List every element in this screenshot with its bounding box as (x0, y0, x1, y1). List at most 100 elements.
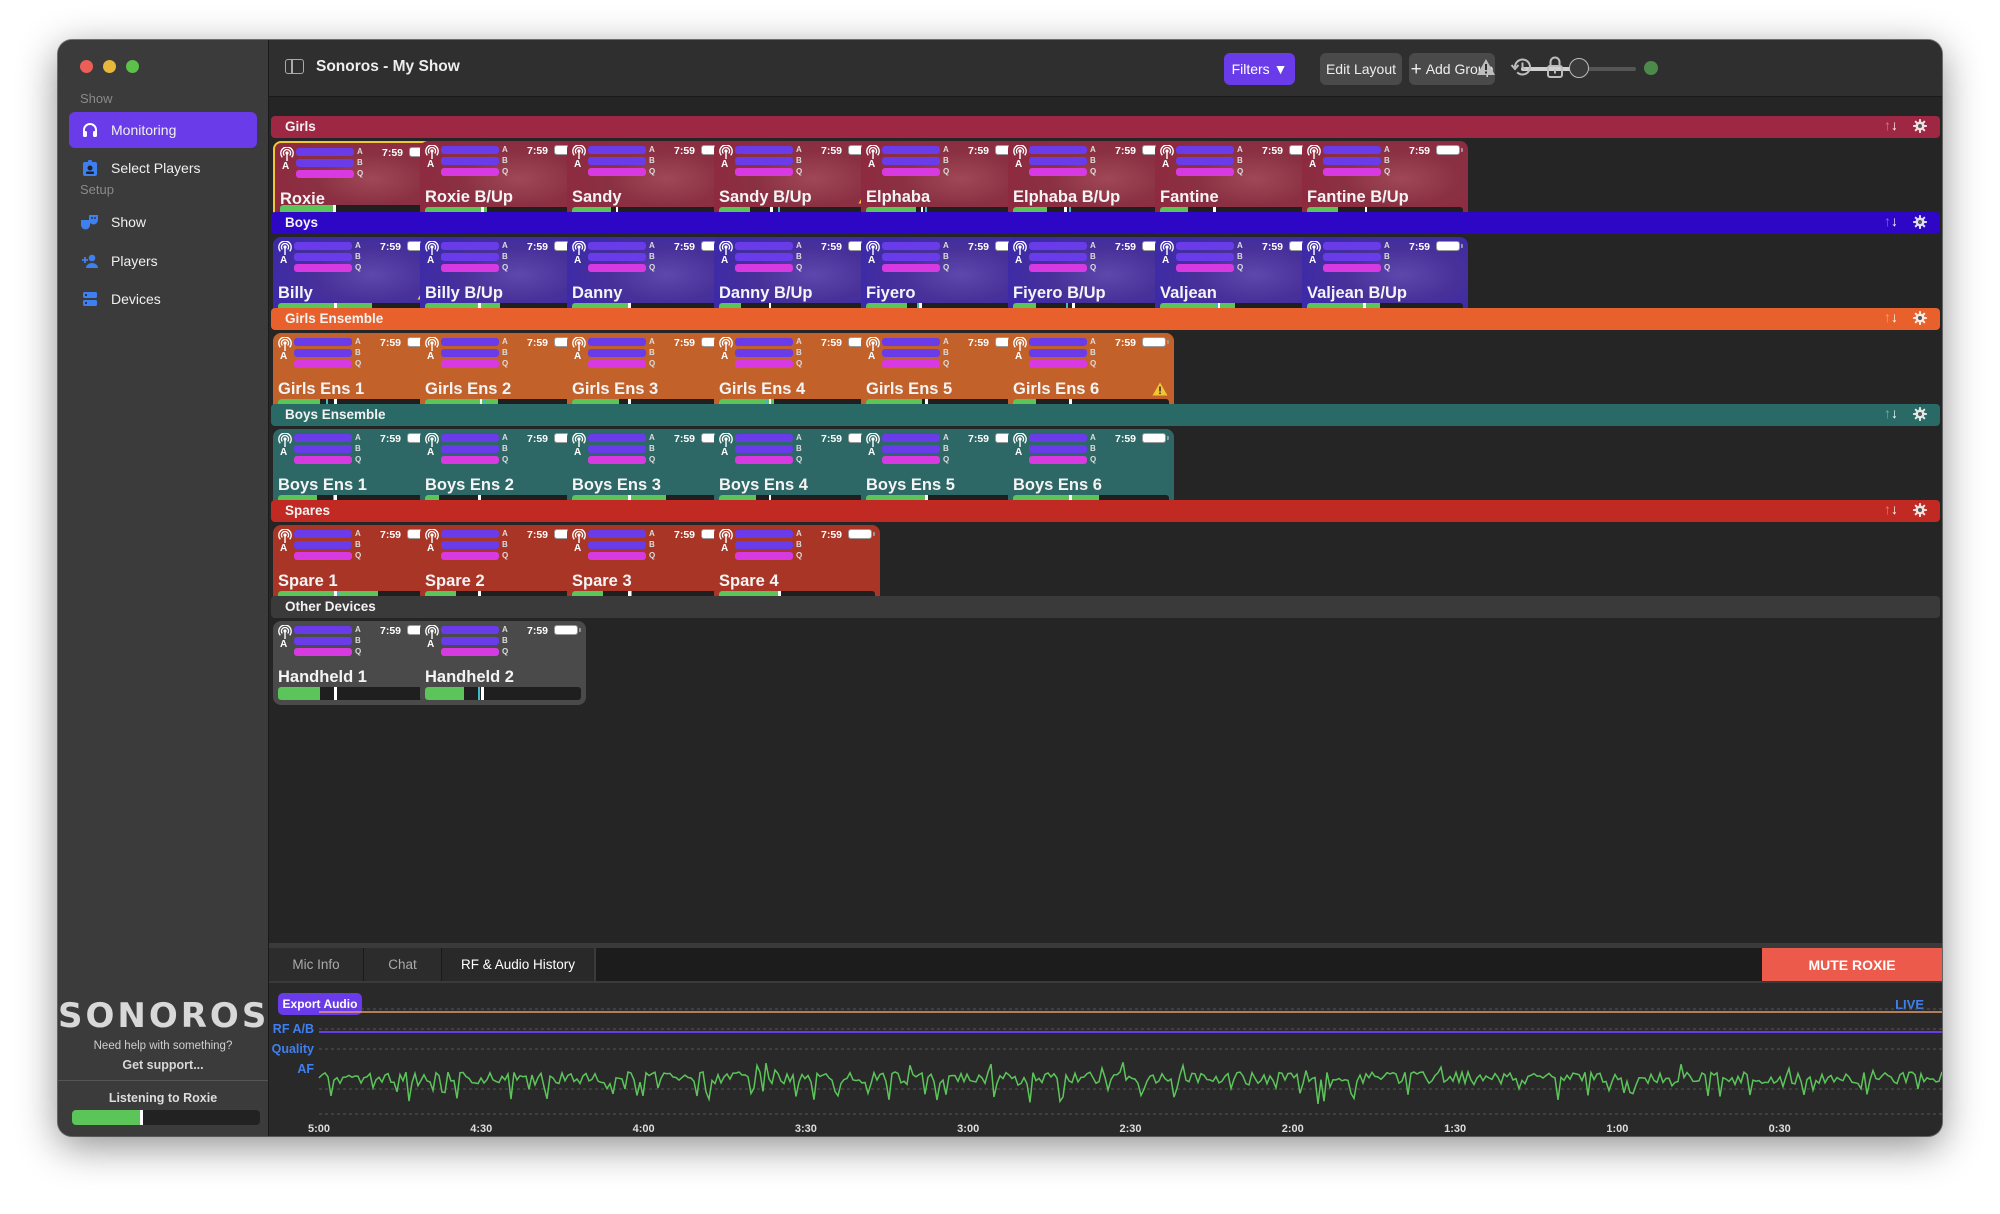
warning-icon[interactable] (1152, 382, 1168, 396)
move-group-up-icon[interactable]: ↑ (1884, 309, 1891, 325)
group-header[interactable]: Other Devices (271, 596, 1940, 618)
device-card[interactable]: A A B Q 7:59 Handheld 2 (420, 621, 586, 705)
quality-label: Q (502, 647, 509, 656)
rf-b-bar (1029, 445, 1087, 453)
rf-b-label: B (355, 540, 361, 549)
sidebar-item-monitoring[interactable]: Monitoring (69, 112, 257, 148)
antenna-icon (719, 240, 733, 255)
rf-b-bar (735, 349, 793, 357)
rf-b-bar (882, 445, 940, 453)
history-icon[interactable] (1509, 55, 1533, 79)
group-settings-icon[interactable] (1912, 310, 1928, 326)
warning-icon[interactable] (1474, 55, 1498, 79)
antenna-label: A (280, 639, 288, 650)
rf-a-bar (882, 434, 940, 442)
rf-b-label: B (502, 444, 508, 453)
group-header[interactable]: Spares ↑↓ (271, 500, 1940, 522)
battery-time: 7:59 (674, 337, 696, 349)
device-name: Billy B/Up (425, 284, 503, 302)
move-group-up-icon[interactable]: ↑ (1884, 213, 1891, 229)
device-card[interactable]: A A B Q 7:59 Handheld 1 (273, 621, 439, 705)
rf-a-bar (1029, 338, 1087, 346)
move-group-down-icon[interactable]: ↓ (1891, 117, 1898, 133)
edit-layout-button[interactable]: Edit Layout (1320, 53, 1402, 85)
battery-time: 7:59 (821, 529, 843, 541)
antenna-icon (280, 146, 294, 161)
rf-a-bar (294, 338, 352, 346)
volume-slider[interactable] (1521, 58, 1636, 78)
window-title: Sonoros - My Show (316, 58, 460, 75)
sidebar-item-players[interactable]: Players (69, 243, 257, 279)
device-name: Spare 4 (719, 572, 779, 590)
zoom-window-button[interactable] (126, 60, 139, 73)
window-controls (80, 60, 139, 73)
group-name: Spares (285, 503, 331, 518)
rf-a-bar (441, 434, 499, 442)
quality-label: Q (355, 455, 362, 464)
battery-time: 7:59 (968, 337, 990, 349)
battery-time: 7:59 (527, 433, 549, 445)
close-window-button[interactable] (80, 60, 93, 73)
move-group-down-icon[interactable]: ↓ (1891, 501, 1898, 517)
quality-label: Q (943, 167, 950, 176)
quality-bar (441, 552, 499, 560)
quality-label: Q (796, 455, 803, 464)
badge-icon (81, 159, 99, 177)
volume-slider-knob[interactable] (1568, 58, 1589, 78)
device-name: Danny B/Up (719, 284, 813, 302)
move-group-up-icon[interactable]: ↑ (1884, 405, 1891, 421)
rf-a-label: A (943, 145, 949, 154)
get-support-link[interactable]: Get support... (58, 1058, 268, 1072)
sidebar-item-devices[interactable]: Devices (69, 281, 257, 317)
device-name: Elphaba (866, 188, 931, 206)
group-header[interactable]: Girls Ensemble ↑↓ (271, 308, 1940, 330)
quality-bar (882, 360, 940, 368)
group-settings-icon[interactable] (1912, 406, 1928, 422)
group-settings-icon[interactable] (1912, 214, 1928, 230)
rf-b-label: B (649, 348, 655, 357)
rf-a-bar (1323, 242, 1381, 250)
group-header[interactable]: Boys Ensemble ↑↓ (271, 404, 1940, 426)
rf-b-label: B (1090, 252, 1096, 261)
device-name: Fiyero (866, 284, 916, 302)
battery-time: 7:59 (674, 433, 696, 445)
quality-label: Q (649, 551, 656, 560)
quality-label: Q (943, 359, 950, 368)
rf-b-bar (294, 637, 352, 645)
antenna-label: A (1015, 447, 1023, 458)
toggle-sidebar-icon[interactable] (285, 59, 304, 74)
quality-bar (735, 264, 793, 272)
antenna-label: A (1015, 159, 1023, 170)
group-header[interactable]: Boys ↑↓ (271, 212, 1940, 234)
sidebar-item-show[interactable]: Show (69, 204, 257, 240)
sidebar-item-select-players[interactable]: Select Players (69, 150, 257, 186)
minimize-window-button[interactable] (103, 60, 116, 73)
group-settings-icon[interactable] (1912, 118, 1928, 134)
rf-a-bar (441, 338, 499, 346)
quality-label: Q (649, 263, 656, 272)
rf-b-label: B (649, 540, 655, 549)
quality-bar (1323, 264, 1381, 272)
headphones-icon (81, 121, 99, 139)
move-group-down-icon[interactable]: ↓ (1891, 405, 1898, 421)
lock-icon[interactable] (1543, 55, 1567, 79)
rf-b-bar (735, 157, 793, 165)
rf-a-bar (1029, 242, 1087, 250)
move-group-up-icon[interactable]: ↑ (1884, 501, 1891, 517)
filters-button[interactable]: Filters ▼ (1224, 53, 1295, 85)
server-icon (81, 290, 99, 308)
group-settings-icon[interactable] (1912, 502, 1928, 518)
rf-a-bar (441, 242, 499, 250)
antenna-label: A (574, 255, 582, 266)
rf-a-bar (1176, 146, 1234, 154)
move-group-down-icon[interactable]: ↓ (1891, 213, 1898, 229)
move-group-down-icon[interactable]: ↓ (1891, 309, 1898, 325)
antenna-label: A (1015, 351, 1023, 362)
move-group-up-icon[interactable]: ↑ (1884, 117, 1891, 133)
quality-bar (588, 456, 646, 464)
help-text: Need help with something? (93, 1040, 233, 1052)
device-name: Spare 3 (572, 572, 632, 590)
group-header[interactable]: Girls ↑↓ (271, 116, 1940, 138)
antenna-label: A (427, 447, 435, 458)
antenna-icon (1307, 240, 1321, 255)
